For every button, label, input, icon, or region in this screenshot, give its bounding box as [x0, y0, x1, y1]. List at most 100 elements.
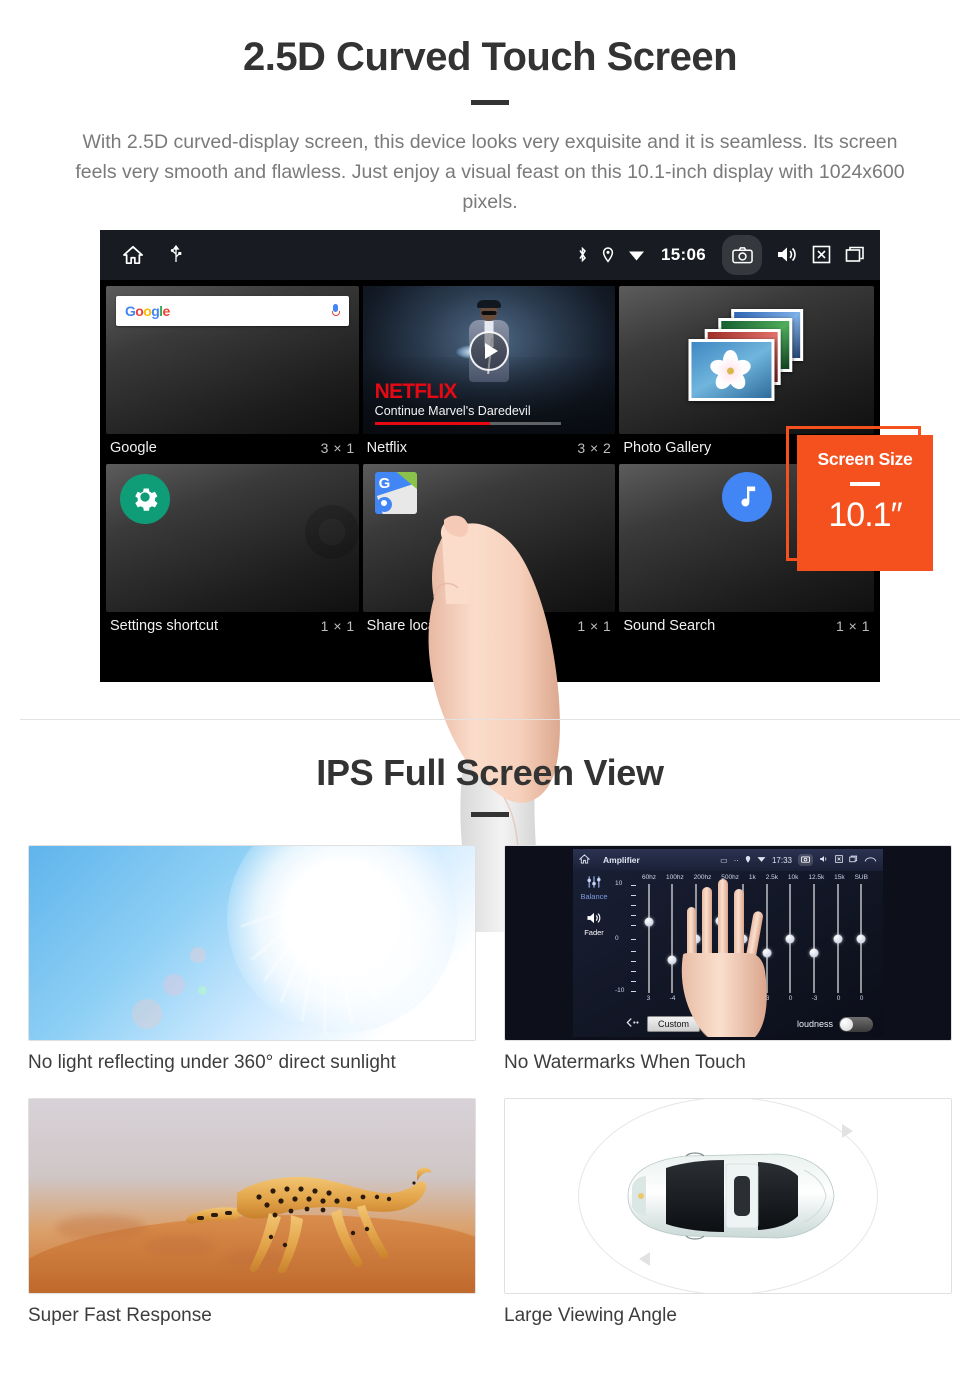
- car-top-view-image: [505, 1099, 951, 1293]
- amplifier-title: Amplifier: [603, 855, 640, 865]
- widget-google[interactable]: Google Google 3 × 1: [106, 285, 359, 464]
- widget-size: 3 × 2: [577, 439, 612, 456]
- dots-icon: ··: [733, 855, 739, 865]
- eq-band-label: 15k: [834, 874, 845, 881]
- close-box-icon[interactable]: [812, 245, 831, 264]
- badge-value: 10.1″: [828, 495, 902, 534]
- netflix-logo: NETFLIX: [374, 379, 458, 403]
- sidebar-item-balance[interactable]: Balance: [573, 875, 615, 901]
- eq-band-label: 12.5k: [808, 874, 825, 881]
- loudness-label: loudness: [796, 1019, 833, 1029]
- widget-label: Google: [110, 439, 157, 456]
- back-chevron-icon[interactable]: [864, 855, 877, 865]
- hand-over-equalizer: [681, 879, 767, 1037]
- sidebar-item-fader[interactable]: Fader: [573, 911, 615, 937]
- badge-label: Screen Size: [817, 448, 913, 469]
- photo-gallery-widget[interactable]: [619, 285, 874, 434]
- eq-value: -3: [811, 995, 818, 1002]
- section2-underline-rule: [471, 812, 509, 817]
- volume-icon[interactable]: [776, 245, 798, 264]
- car-illustration: [627, 1152, 835, 1240]
- widget-label: Sound Search: [623, 617, 716, 634]
- camera-icon[interactable]: [798, 854, 813, 866]
- card-no-watermarks: Amplifier ▭ ·· 17:33 Balance Fader 60hz …: [504, 845, 952, 1074]
- eq-value: 0: [788, 995, 793, 1002]
- search-input[interactable]: Google: [116, 295, 349, 326]
- product-feature-page: 2.5D Curved Touch Screen With 2.5D curve…: [0, 0, 980, 1394]
- eq-band-label: 60hz: [641, 874, 657, 881]
- lens-flare: [131, 999, 162, 1030]
- card-image-frame: [28, 845, 476, 1041]
- page-indicator[interactable]: [100, 669, 880, 673]
- eq-band-label: SUB: [854, 874, 868, 881]
- eq-scale-mid: 0: [615, 935, 619, 942]
- card-image-frame: [504, 1098, 952, 1294]
- title-underline-rule: [471, 100, 509, 105]
- eq-value: 0: [836, 995, 841, 1002]
- home-icon[interactable]: [122, 245, 144, 265]
- section2-title: IPS Full Screen View: [316, 752, 664, 793]
- lens-flare: [198, 985, 208, 995]
- eq-slider[interactable]: [785, 884, 795, 993]
- lens-flare: [189, 946, 206, 963]
- google-search-widget[interactable]: Google: [106, 285, 359, 434]
- card-caption: Large Viewing Angle: [504, 1305, 677, 1326]
- widget-settings-shortcut[interactable]: Settings shortcut 1 × 1: [106, 463, 359, 642]
- share-location-widget[interactable]: G: [362, 463, 616, 612]
- sunny-blue-sky-image: [29, 846, 475, 1040]
- page-dot[interactable]: [476, 669, 504, 673]
- microphone-icon[interactable]: [331, 304, 340, 317]
- page-dot-active[interactable]: [516, 669, 544, 673]
- wifi-icon: [628, 248, 645, 262]
- eq-slider[interactable]: [833, 884, 843, 993]
- sidebar-label-balance: Balance: [580, 892, 608, 901]
- feature-card-grid: No light reflecting under 360° direct su…: [28, 845, 952, 1327]
- widget-netflix[interactable]: NETFLIX Continue Marvel's Daredevil Netf…: [362, 285, 616, 464]
- netflix-continue-text: Continue Marvel's Daredevil: [374, 403, 531, 418]
- amplifier-side-nav: Balance Fader: [573, 871, 615, 1037]
- android-head-unit-screen: 15:06 Google Google 3 × 1 NETFLIX Contin…: [100, 229, 880, 682]
- eq-slider[interactable]: [644, 884, 654, 993]
- recent-apps-icon[interactable]: [849, 855, 858, 865]
- music-note-icon[interactable]: [721, 471, 772, 522]
- camera-icon[interactable]: [722, 234, 762, 275]
- volume-icon[interactable]: [819, 855, 829, 865]
- curved-touch-screen-section: 2.5D Curved Touch Screen With 2.5D curve…: [0, 0, 980, 932]
- amplifier-title-bar: Amplifier ▭ ·· 17:33: [573, 849, 883, 871]
- location-pin-icon: [745, 855, 751, 866]
- amplifier-screen-image: Amplifier ▭ ·· 17:33 Balance Fader 60hz …: [505, 846, 951, 1040]
- sidebar-label-fader: Fader: [584, 928, 604, 937]
- fader-speaker-icon: [573, 911, 615, 927]
- loudness-toggle[interactable]: [839, 1016, 873, 1032]
- ips-full-screen-section: IPS Full Screen View No light reflecting…: [0, 752, 980, 1326]
- eq-band-label: 10k: [787, 874, 799, 881]
- card-sunlight: No light reflecting under 360° direct su…: [28, 845, 476, 1074]
- close-box-icon[interactable]: [835, 855, 843, 865]
- home-icon[interactable]: [578, 854, 591, 866]
- sun-rays: [240, 895, 416, 1034]
- location-pin-icon: [602, 246, 614, 263]
- usb-icon[interactable]: [170, 245, 182, 264]
- section-divider: [20, 719, 960, 720]
- back-chevron-icon[interactable]: [625, 1015, 639, 1033]
- recent-apps-icon[interactable]: [845, 245, 866, 264]
- play-icon[interactable]: [469, 330, 509, 371]
- widget-share-location[interactable]: G Share location 1 × 1: [362, 463, 616, 642]
- page-dot[interactable]: [436, 669, 464, 673]
- google-maps-icon[interactable]: G: [374, 471, 417, 514]
- photo-card-front: [688, 338, 775, 401]
- orbit-arrow: [638, 1251, 650, 1266]
- screen-size-badge: Screen Size 10.1″: [797, 434, 933, 571]
- netflix-widget[interactable]: NETFLIX Continue Marvel's Daredevil: [362, 285, 616, 434]
- netflix-artwork: NETFLIX Continue Marvel's Daredevil: [362, 285, 616, 434]
- settings-widget[interactable]: [106, 463, 359, 612]
- widget-row-2: Settings shortcut 1 × 1 G Share location…: [106, 463, 874, 642]
- settings-gear-icon[interactable]: [120, 473, 170, 524]
- eq-slider[interactable]: [809, 884, 819, 993]
- lens-flare: [162, 974, 185, 997]
- eq-value: 0: [859, 995, 864, 1002]
- bluetooth-icon: [577, 246, 588, 263]
- card-viewing-angle: Large Viewing Angle: [504, 1098, 952, 1327]
- widget-size: 1 × 1: [835, 617, 870, 634]
- eq-slider[interactable]: [856, 884, 866, 993]
